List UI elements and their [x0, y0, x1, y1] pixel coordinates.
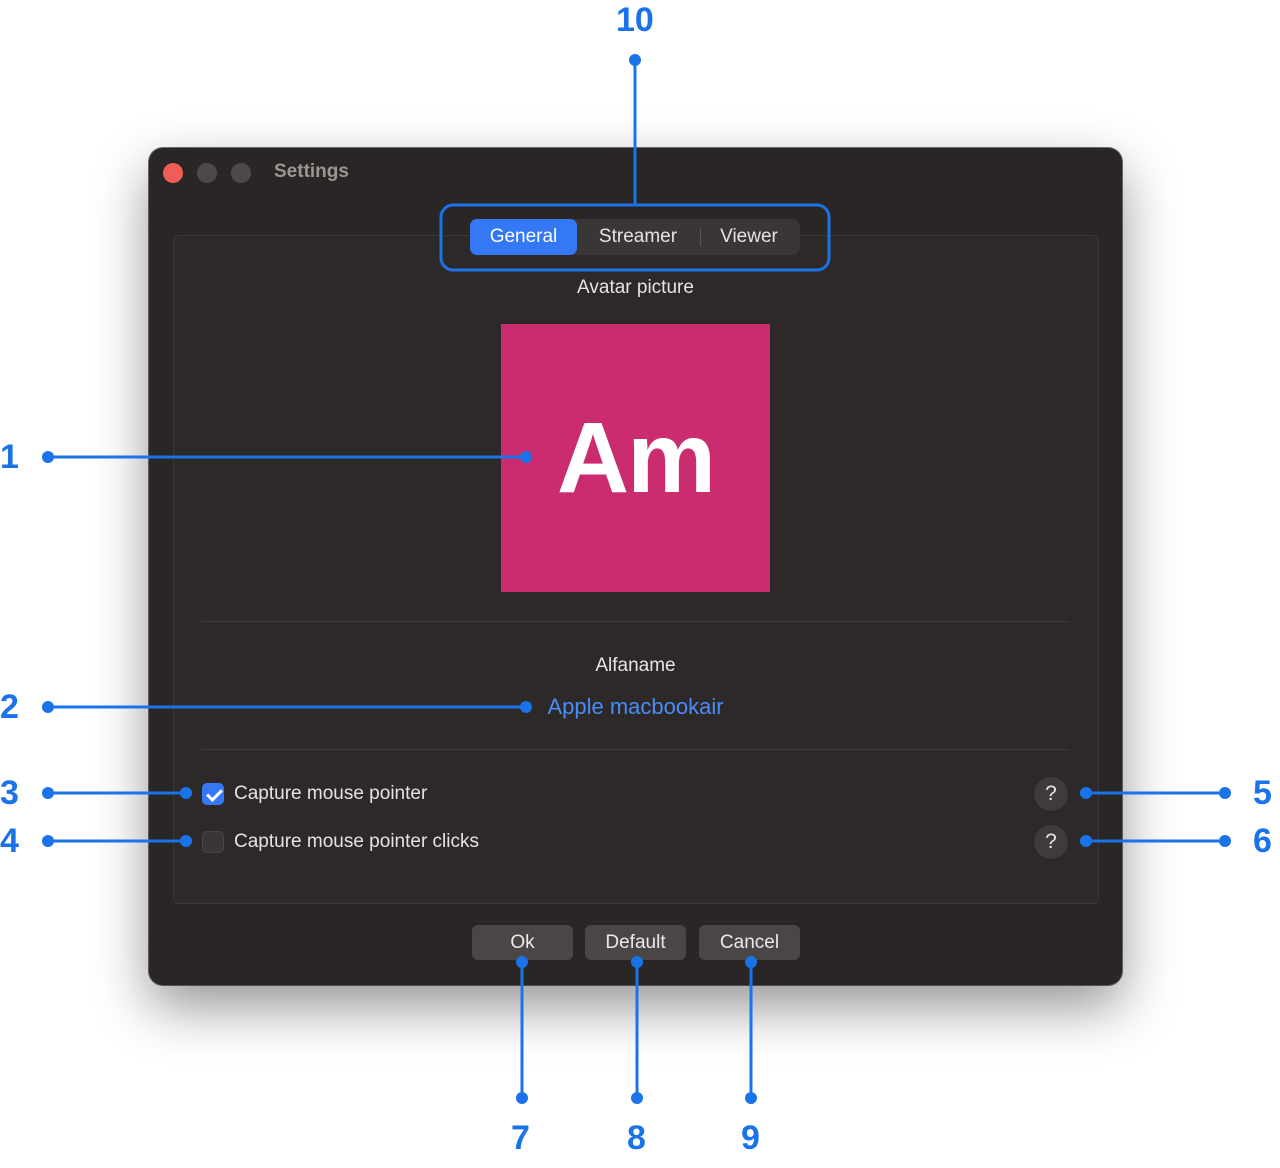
callout-dot [516, 956, 528, 968]
callout-dot [1080, 835, 1092, 847]
callout-number-8: 8 [627, 1119, 646, 1157]
callout-dot [180, 787, 192, 799]
callout-dot [516, 1092, 528, 1104]
callout-overlay [42, 54, 1231, 1104]
callout-number-6: 6 [1253, 822, 1272, 860]
callout-dot [1080, 787, 1092, 799]
callout-dot [42, 451, 54, 463]
callout-number-7: 7 [511, 1119, 530, 1157]
callout-dot [631, 1092, 643, 1104]
callout-dot [745, 1092, 757, 1104]
callout-dot [180, 835, 192, 847]
callout-dot [42, 835, 54, 847]
callout-dot [1219, 835, 1231, 847]
callout-number-5: 5 [1253, 774, 1272, 812]
callout-number-9: 9 [741, 1119, 760, 1157]
callout-number-4: 4 [0, 822, 19, 860]
callout-dot [42, 787, 54, 799]
callout-lines [48, 60, 1225, 1098]
callout-number-10: 10 [616, 1, 654, 39]
callout-dot [520, 701, 532, 713]
callout-number-3: 3 [0, 774, 19, 812]
callout-dot [745, 956, 757, 968]
callout-number-2: 2 [0, 688, 19, 726]
callout-number-1: 1 [0, 438, 19, 476]
callout-dot [629, 54, 641, 66]
callout-dot [42, 701, 54, 713]
callout-dot [520, 451, 532, 463]
callout-dot [1219, 787, 1231, 799]
callout-tabs-frame [439, 203, 831, 272]
callout-dots [42, 54, 1231, 1104]
callout-dot [631, 956, 643, 968]
